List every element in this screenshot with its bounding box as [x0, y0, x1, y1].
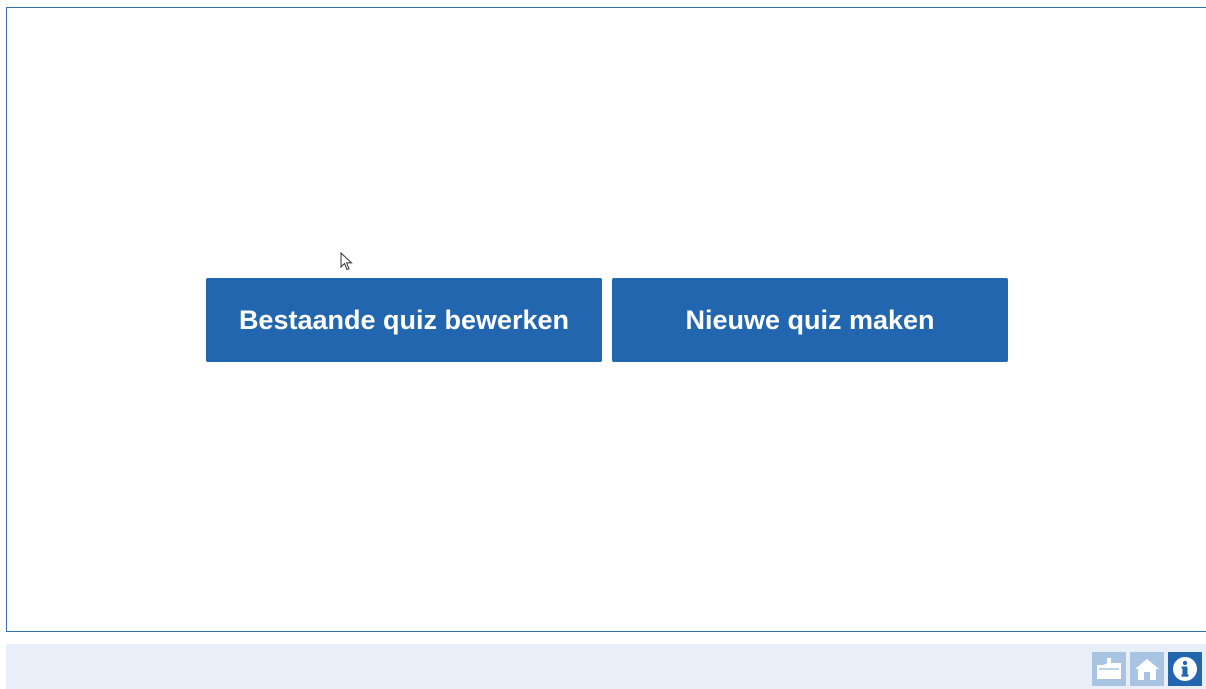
main-panel: Bestaande quiz bewerken Nieuwe quiz make… — [6, 7, 1206, 632]
footer-icon-group — [1092, 652, 1202, 686]
new-quiz-button[interactable]: Nieuwe quiz maken — [612, 278, 1008, 362]
folder-download-icon[interactable] — [1092, 652, 1126, 686]
mouse-pointer-icon — [340, 252, 353, 271]
home-icon[interactable] — [1130, 652, 1164, 686]
info-icon[interactable] — [1168, 652, 1202, 686]
edit-existing-quiz-button[interactable]: Bestaande quiz bewerken — [206, 278, 602, 362]
footer-toolbar — [6, 644, 1206, 689]
